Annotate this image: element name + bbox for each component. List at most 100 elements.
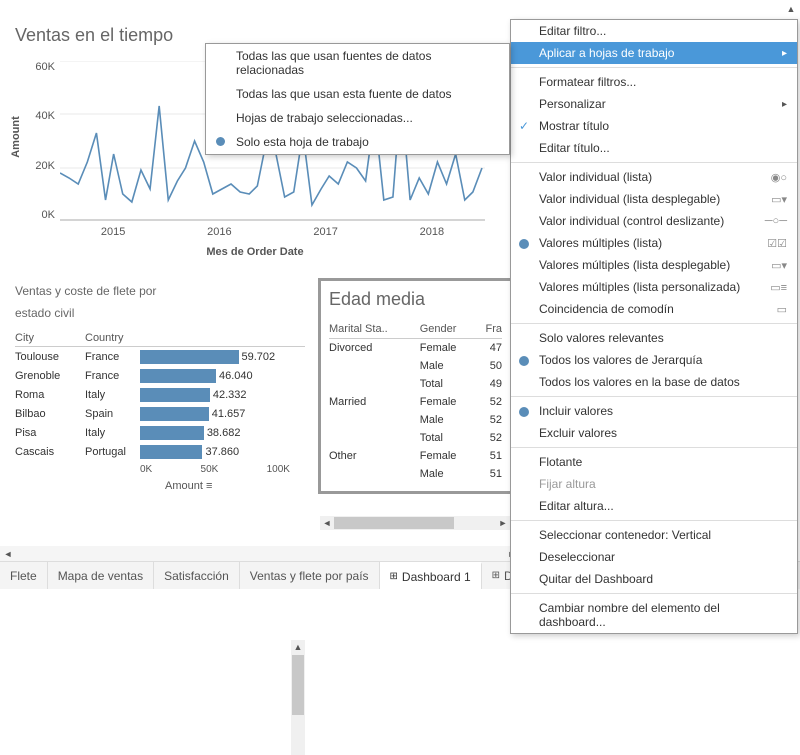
menu-item-label: Valor individual (lista desplegable) — [539, 192, 720, 206]
custom-list-icon: ▭≡ — [770, 281, 787, 294]
table-row[interactable]: ToulouseFrance59.702 — [15, 347, 305, 366]
table-row[interactable]: Male50 — [329, 357, 502, 375]
menu-include-values[interactable]: Incluir valores — [511, 400, 797, 422]
menu-rename-dashboard-item[interactable]: Cambiar nombre del elemento del dashboar… — [511, 597, 797, 633]
menu-multi-value-custom[interactable]: Valores múltiples (lista personalizada)▭… — [511, 276, 797, 298]
table-row[interactable]: BilbaoSpain41.657 — [15, 404, 305, 423]
menu-exclude-values[interactable]: Excluir valores — [511, 422, 797, 444]
tab-flete[interactable]: Flete — [0, 562, 48, 589]
menu-item-label: Deseleccionar — [539, 550, 615, 564]
cell-country: Portugal — [85, 446, 140, 458]
menu-item-label: Editar filtro... — [539, 24, 606, 38]
submenu-selected-worksheets[interactable]: Hojas de trabajo seleccionadas... — [206, 106, 509, 130]
x-tick: 2017 — [313, 226, 337, 238]
bar — [140, 445, 202, 459]
menu-apply-to-worksheets[interactable]: Aplicar a hojas de trabajo▸ — [511, 42, 797, 64]
bar-value: 46.040 — [219, 370, 253, 382]
cell-country: Spain — [85, 408, 140, 420]
table-row[interactable]: PisaItaly38.682 — [15, 423, 305, 442]
tab-dashboard1[interactable]: ⊞Dashboard 1 — [380, 562, 482, 589]
y-tick: 20K — [35, 160, 55, 172]
average-age-panel[interactable]: Edad media Marital Sta.. Gender Fra Divo… — [318, 278, 513, 494]
wildcard-icon: ▭ — [777, 303, 787, 316]
selected-dot-icon — [519, 239, 529, 249]
cell-marital — [329, 465, 420, 483]
tab-mapa-ventas[interactable]: Mapa de ventas — [48, 562, 154, 589]
chart2-title: Ventas y coste de flete por estado civil — [15, 280, 305, 324]
cell-value: 50 — [476, 357, 502, 375]
menu-single-value-slider[interactable]: Valor individual (control deslizante)─○─ — [511, 210, 797, 232]
dashboard: Ventas en el tiempo Amount 60K 40K 20K 0… — [0, 0, 800, 612]
bar-xtick: 100K — [267, 464, 290, 475]
bar — [140, 388, 210, 402]
scroll-left-arrow[interactable]: ◄ — [320, 516, 334, 530]
chart2-title-line: Ventas y coste de flete por — [15, 280, 305, 302]
menu-customize[interactable]: Personalizar▸ — [511, 93, 797, 115]
bar — [140, 369, 216, 383]
table-row[interactable]: OtherFemale51 — [329, 447, 502, 465]
cell-gender: Female — [420, 393, 477, 411]
menu-item-label: Flotante — [539, 455, 582, 469]
selected-dot-icon — [519, 407, 529, 417]
menu-item-label: Aplicar a hojas de trabajo — [539, 46, 674, 60]
table-row[interactable]: RomaItaly42.332 — [15, 385, 305, 404]
scroll-thumb[interactable] — [292, 655, 304, 715]
table-row[interactable]: Total52 — [329, 429, 502, 447]
menu-edit-title[interactable]: Editar título... — [511, 137, 797, 159]
menu-remove-from-dashboard[interactable]: Quitar del Dashboard — [511, 568, 797, 590]
cell-gender: Male — [420, 465, 477, 483]
menu-all-hierarchy-values[interactable]: Todos los valores de Jerarquía — [511, 349, 797, 371]
scroll-up-arrow[interactable]: ▲ — [291, 640, 305, 654]
menu-fix-height: Fijar altura — [511, 473, 797, 495]
scroll-right-arrow[interactable]: ► — [496, 516, 510, 530]
menu-show-title[interactable]: ✓Mostrar título — [511, 115, 797, 137]
cell-city: Roma — [15, 389, 85, 401]
bar-value: 37.860 — [205, 446, 239, 458]
submenu-all-related-sources[interactable]: Todas las que usan fuentes de datos rela… — [206, 44, 509, 82]
menu-item-label: Valores múltiples (lista desplegable) — [539, 258, 730, 272]
table-row[interactable]: DivorcedFemale47 — [329, 339, 502, 358]
menu-all-database-values[interactable]: Todos los valores en la base de datos — [511, 371, 797, 393]
menu-deselect[interactable]: Deseleccionar — [511, 546, 797, 568]
menu-multi-value-dropdown[interactable]: Valores múltiples (lista desplegable)▭▾ — [511, 254, 797, 276]
menu-edit-height[interactable]: Editar altura... — [511, 495, 797, 517]
menu-select-container[interactable]: Seleccionar contenedor: Vertical — [511, 524, 797, 546]
menu-floating[interactable]: Flotante — [511, 451, 797, 473]
menu-format-filters[interactable]: Formatear filtros... — [511, 71, 797, 93]
scroll-thumb-h[interactable] — [334, 517, 454, 529]
table-row[interactable]: Male52 — [329, 411, 502, 429]
submenu-all-this-source[interactable]: Todas las que usan esta fuente de datos — [206, 82, 509, 106]
collapse-panel-arrow[interactable]: ▲ — [784, 2, 798, 16]
table-row[interactable]: CascaisPortugal37.860 — [15, 442, 305, 461]
apply-to-worksheets-submenu: Todas las que usan fuentes de datos rela… — [205, 43, 510, 155]
filter-context-menu: Editar filtro... Aplicar a hojas de trab… — [510, 19, 798, 634]
dashboard-scrollbar[interactable]: ◄ ► — [0, 546, 520, 562]
check-icon: ✓ — [519, 119, 529, 133]
horizontal-scrollbar[interactable]: ◄ ► — [320, 516, 510, 530]
menu-only-relevant-values[interactable]: Solo valores relevantes — [511, 327, 797, 349]
menu-single-value-list[interactable]: Valor individual (lista)◉○ — [511, 166, 797, 188]
menu-item-label: Valores múltiples (lista) — [539, 236, 662, 250]
y-tick: 40K — [35, 110, 55, 122]
menu-multi-value-list[interactable]: Valores múltiples (lista)☑☑ — [511, 232, 797, 254]
cell-country: France — [85, 351, 140, 363]
table-row[interactable]: Total49 — [329, 375, 502, 393]
menu-wildcard-match[interactable]: Coincidencia de comodín▭ — [511, 298, 797, 320]
table-row[interactable]: GrenobleFrance46.040 — [15, 366, 305, 385]
cell-gender: Female — [420, 339, 477, 358]
cell-value: 49 — [476, 375, 502, 393]
tab-ventas-flete-pais[interactable]: Ventas y flete por país — [240, 562, 380, 589]
tab-satisfaccion[interactable]: Satisfacción — [154, 562, 240, 589]
vertical-scrollbar[interactable]: ▲ — [291, 640, 305, 755]
menu-edit-filter[interactable]: Editar filtro... — [511, 20, 797, 42]
cell-country: France — [85, 370, 140, 382]
y-tick: 0K — [42, 209, 55, 221]
menu-single-value-dropdown[interactable]: Valor individual (lista desplegable)▭▾ — [511, 188, 797, 210]
table-row[interactable]: MarriedFemale52 — [329, 393, 502, 411]
col-country: Country — [85, 332, 124, 344]
table-row[interactable]: Male51 — [329, 465, 502, 483]
cell-marital — [329, 357, 420, 375]
scroll-left-arrow[interactable]: ◄ — [0, 547, 16, 561]
submenu-only-this-worksheet[interactable]: Solo esta hoja de trabajo — [206, 130, 509, 154]
cell-marital — [329, 411, 420, 429]
